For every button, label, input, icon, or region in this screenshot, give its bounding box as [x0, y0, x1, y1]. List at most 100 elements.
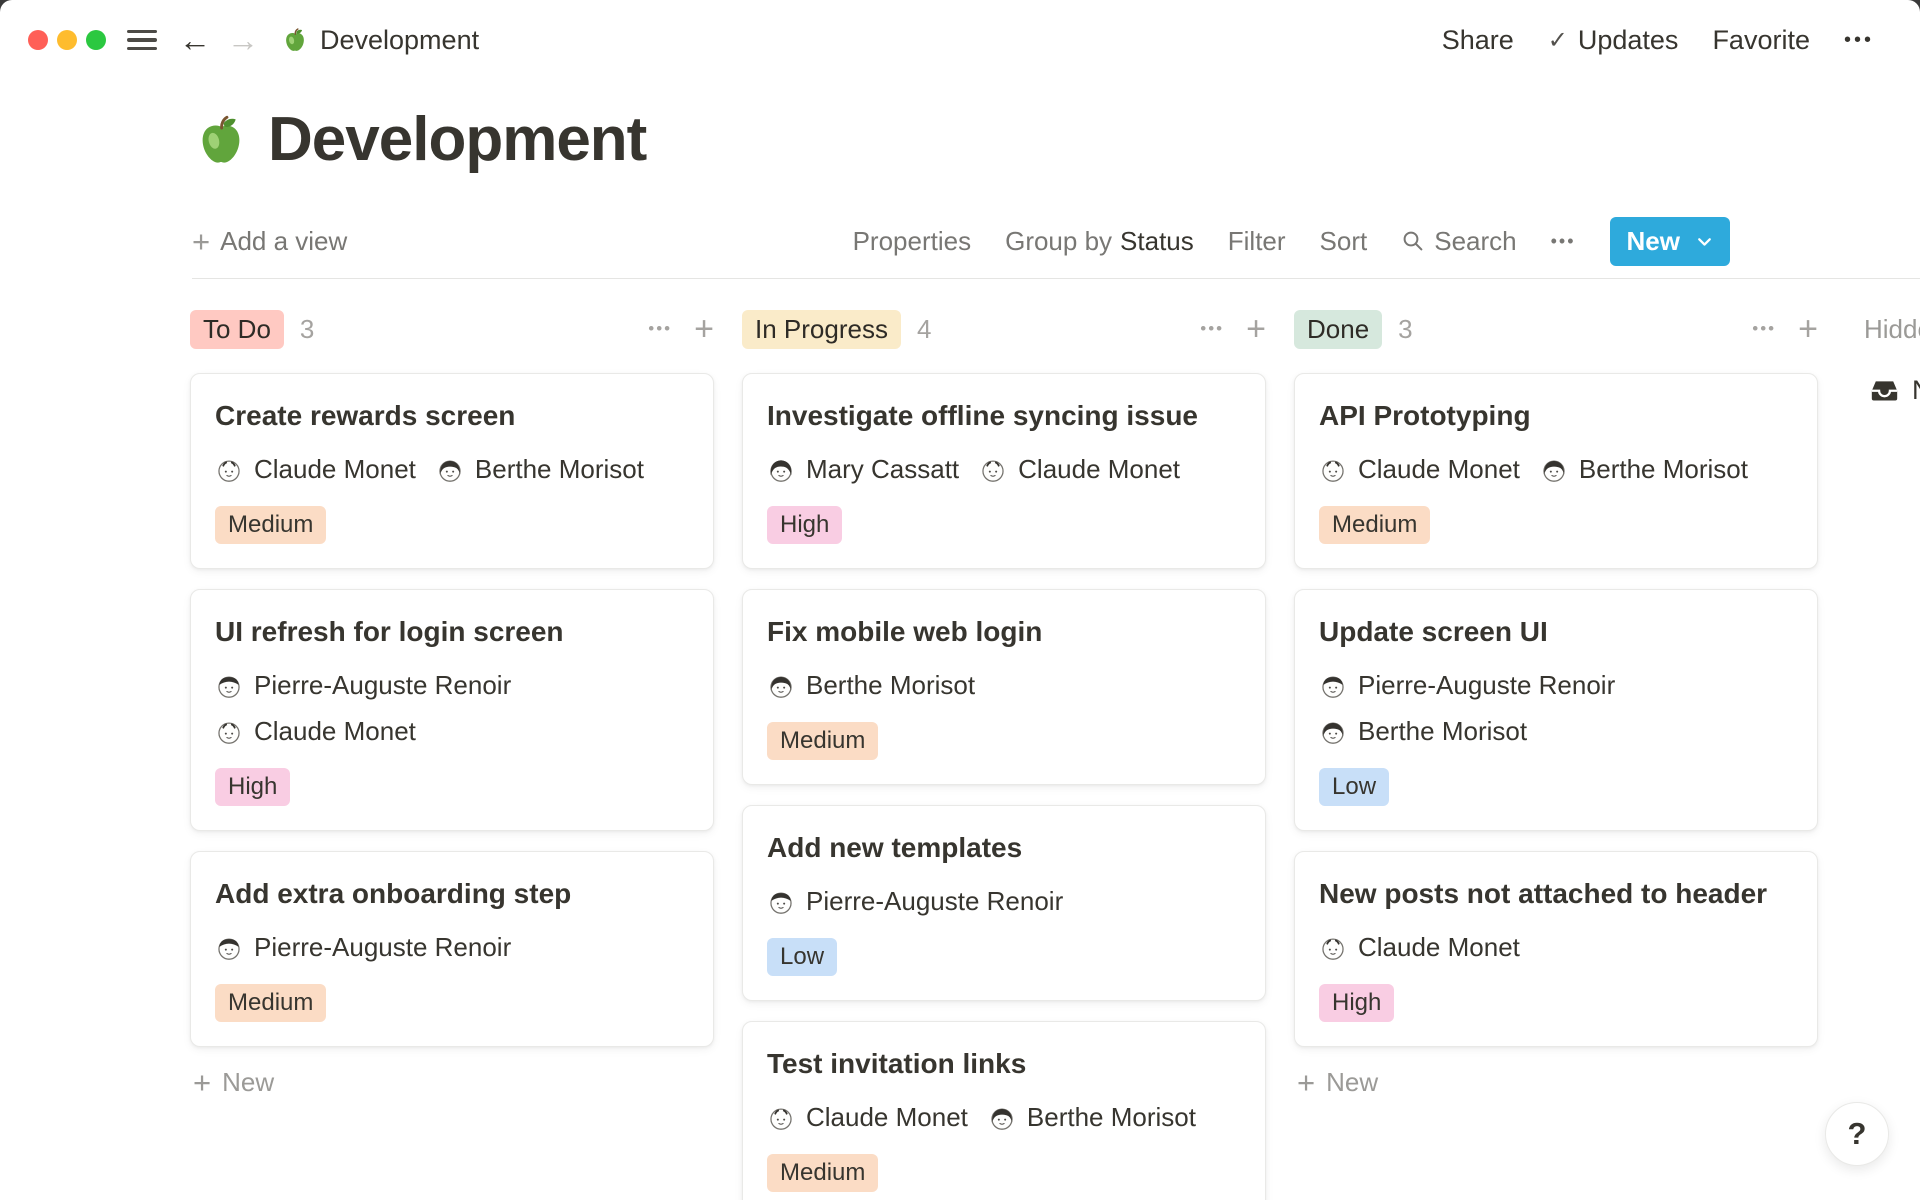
avatar — [988, 1104, 1016, 1132]
avatar — [215, 934, 243, 962]
share-button[interactable]: Share — [1442, 25, 1514, 56]
assignee-name: Claude Monet — [254, 454, 416, 485]
zoom-window-button[interactable] — [86, 30, 106, 50]
column-card-count: 3 — [300, 314, 314, 345]
avatar — [767, 888, 795, 916]
column-status-pill[interactable]: Done — [1294, 310, 1382, 349]
search-button[interactable]: Search — [1401, 226, 1516, 257]
page-title[interactable]: Development — [268, 104, 646, 175]
window-titlebar: ← → Development Share ✓ Updates Favorite… — [0, 0, 1920, 80]
avatar — [767, 672, 795, 700]
priority-tag: Medium — [215, 506, 326, 544]
column-actions: ••• + — [648, 314, 714, 345]
add-view-button[interactable]: + Add a view — [192, 226, 347, 257]
column-more-icon[interactable]: ••• — [1752, 319, 1776, 339]
column-cards: Investigate offline syncing issue Mary C… — [742, 373, 1266, 1200]
card-assignees: Pierre-Auguste Renoir Claude Monet — [215, 670, 689, 747]
kanban-card[interactable]: Fix mobile web login Berthe Morisot Medi… — [742, 589, 1266, 785]
inbox-icon — [1870, 376, 1899, 405]
board-column: In Progress 4 ••• + Investigate offline … — [742, 309, 1266, 1200]
hidden-column-no-status[interactable]: No Status — [1870, 375, 1920, 406]
plus-icon: + — [193, 1067, 211, 1098]
breadcrumb-page-title[interactable]: Development — [320, 25, 479, 56]
kanban-card[interactable]: Add extra onboarding step Pierre-Auguste… — [190, 851, 714, 1047]
assignee-name: Berthe Morisot — [1027, 1102, 1196, 1133]
column-cards: API Prototyping Claude Monet Berthe Mor — [1294, 373, 1818, 1047]
properties-button[interactable]: Properties — [853, 226, 972, 257]
assignee-renoir: Pierre-Auguste Renoir — [767, 886, 1063, 917]
card-title: API Prototyping — [1319, 400, 1793, 432]
column-status-pill[interactable]: In Progress — [742, 310, 901, 349]
close-window-button[interactable] — [28, 30, 48, 50]
avatar — [436, 456, 464, 484]
card-assignees: Claude Monet Berthe Morisot — [215, 454, 689, 485]
card-title: Test invitation links — [767, 1048, 1241, 1080]
new-button[interactable]: New — [1610, 217, 1730, 266]
assignee-cassatt: Mary Cassatt — [767, 454, 959, 485]
column-card-count: 4 — [917, 314, 931, 345]
assignee-name: Claude Monet — [806, 1102, 968, 1133]
kanban-card[interactable]: API Prototyping Claude Monet Berthe Mor — [1294, 373, 1818, 569]
card-assignees: Claude Monet Berthe Morisot — [1319, 454, 1793, 485]
column-more-icon[interactable]: ••• — [648, 319, 672, 339]
forward-arrow-icon[interactable]: → — [227, 24, 259, 56]
card-title: UI refresh for login screen — [215, 616, 689, 648]
new-card-button[interactable]: + New — [1297, 1067, 1818, 1098]
card-title: Add new templates — [767, 832, 1241, 864]
avatar — [1319, 672, 1347, 700]
filter-button[interactable]: Filter — [1228, 226, 1286, 257]
assignee-monet: Claude Monet — [1319, 932, 1520, 963]
hidden-columns-label[interactable]: Hidden columns — [1864, 309, 1920, 349]
back-arrow-icon[interactable]: ← — [179, 24, 211, 56]
avatar — [1319, 934, 1347, 962]
new-card-button[interactable]: + New — [193, 1067, 714, 1098]
card-title: Fix mobile web login — [767, 616, 1241, 648]
favorite-button[interactable]: Favorite — [1712, 25, 1810, 56]
priority-tag: High — [1319, 984, 1394, 1022]
column-add-icon[interactable]: + — [1246, 314, 1266, 345]
kanban-card[interactable]: Add new templates Pierre-Auguste Renoir … — [742, 805, 1266, 1001]
help-button[interactable]: ? — [1825, 1102, 1889, 1166]
assignee-name: Pierre-Auguste Renoir — [254, 932, 511, 963]
kanban-card[interactable]: Test invitation links Claude Monet Bert — [742, 1021, 1266, 1200]
kanban-card[interactable]: Investigate offline syncing issue Mary C… — [742, 373, 1266, 569]
page-apple-icon-large[interactable] — [192, 111, 250, 169]
column-more-icon[interactable]: ••• — [1200, 319, 1224, 339]
column-add-icon[interactable]: + — [1798, 314, 1818, 345]
search-label: Search — [1434, 226, 1516, 257]
new-card-label: New — [222, 1067, 274, 1098]
board-column: To Do 3 ••• + Create rewards screen Clau… — [190, 309, 714, 1098]
updates-button[interactable]: ✓ Updates — [1548, 25, 1679, 56]
assignee-renoir: Pierre-Auguste Renoir — [1319, 670, 1615, 701]
assignee-monet: Claude Monet — [1319, 454, 1520, 485]
assignee-monet: Claude Monet — [979, 454, 1180, 485]
chevron-down-icon[interactable] — [1694, 231, 1715, 252]
column-add-icon[interactable]: + — [694, 314, 714, 345]
column-actions: ••• + — [1752, 314, 1818, 345]
minimize-window-button[interactable] — [57, 30, 77, 50]
more-options-icon[interactable]: ••• — [1844, 29, 1874, 52]
card-assignees: Claude Monet Berthe Morisot — [767, 1102, 1241, 1133]
avatar — [215, 456, 243, 484]
avatar — [979, 456, 1007, 484]
priority-tag: Medium — [767, 722, 878, 760]
kanban-card[interactable]: UI refresh for login screen Pierre-Augus… — [190, 589, 714, 831]
plus-icon: + — [192, 226, 210, 257]
hidden-column-name: No Status — [1912, 375, 1920, 406]
group-by-button[interactable]: Group by Status — [1005, 226, 1194, 257]
sort-button[interactable]: Sort — [1320, 226, 1368, 257]
column-cards: Create rewards screen Claude Monet Bert — [190, 373, 714, 1047]
column-header: In Progress 4 ••• + — [742, 309, 1266, 349]
kanban-card[interactable]: Create rewards screen Claude Monet Bert — [190, 373, 714, 569]
card-assignees: Pierre-Auguste Renoir — [215, 932, 689, 963]
card-title: New posts not attached to header — [1319, 878, 1793, 910]
view-more-options-icon[interactable]: ••• — [1551, 231, 1576, 252]
column-status-pill[interactable]: To Do — [190, 310, 284, 349]
kanban-card[interactable]: New posts not attached to header Claude … — [1294, 851, 1818, 1047]
assignee-morisot: Berthe Morisot — [988, 1102, 1196, 1133]
new-button-label: New — [1627, 226, 1680, 257]
sidebar-menu-icon[interactable] — [127, 30, 157, 51]
kanban-card[interactable]: Update screen UI Pierre-Auguste Renoir — [1294, 589, 1818, 831]
assignee-morisot: Berthe Morisot — [767, 670, 975, 701]
assignee-name: Pierre-Auguste Renoir — [806, 886, 1063, 917]
